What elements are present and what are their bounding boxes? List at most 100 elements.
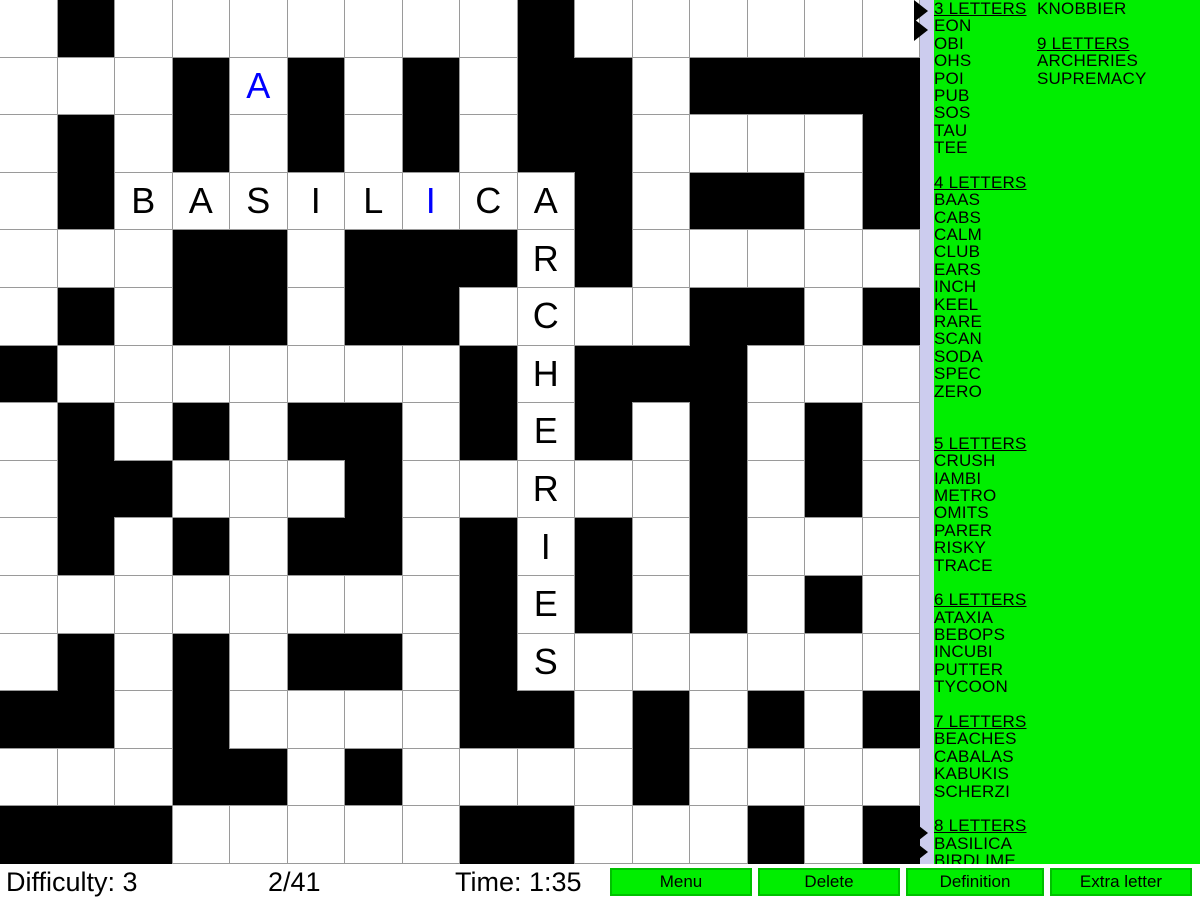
definition-button[interactable]: Definition <box>906 868 1044 896</box>
extra-letter-button[interactable]: Extra letter <box>1050 868 1192 896</box>
word-list-group-header[interactable]: 5 LETTERS <box>934 434 1044 452</box>
grid-cell[interactable] <box>286 344 345 404</box>
word-list-item[interactable]: CRUSH <box>934 452 1044 470</box>
word-list-item[interactable]: BASILICA <box>934 834 1044 852</box>
grid-cell[interactable] <box>171 574 230 634</box>
grid-cell[interactable] <box>0 286 58 346</box>
grid-cell[interactable] <box>286 574 345 634</box>
grid-cell[interactable] <box>114 402 173 461</box>
grid-cell[interactable]: S <box>229 171 288 231</box>
word-list-item[interactable]: TRACE <box>934 556 1044 574</box>
grid-cell[interactable] <box>689 632 748 692</box>
grid-cell[interactable] <box>229 344 288 404</box>
grid-cell[interactable]: A <box>171 171 230 231</box>
grid-cell[interactable] <box>631 459 690 519</box>
grid-cell[interactable] <box>746 574 805 634</box>
grid-cell[interactable] <box>804 114 863 173</box>
grid-cell[interactable] <box>459 0 518 58</box>
word-list-item[interactable]: SCHERZI <box>934 782 1044 800</box>
grid-cell[interactable] <box>746 459 805 519</box>
grid-cell[interactable] <box>746 0 805 58</box>
grid-cell[interactable] <box>114 574 173 634</box>
word-list-item[interactable]: EARS <box>934 260 1044 278</box>
grid-cell[interactable]: A <box>229 56 288 116</box>
word-list-item[interactable]: SOS <box>934 104 1044 122</box>
wordlist-scrollbar[interactable] <box>914 0 934 864</box>
grid-cell[interactable] <box>459 56 518 116</box>
grid-cell[interactable] <box>171 344 230 404</box>
grid-cell[interactable] <box>229 0 288 58</box>
grid-cell[interactable] <box>56 574 115 634</box>
grid-cell[interactable] <box>114 286 173 346</box>
grid-cell[interactable] <box>861 574 920 634</box>
grid-cell[interactable] <box>401 517 460 576</box>
grid-cell[interactable] <box>574 690 633 749</box>
grid-cell[interactable] <box>229 690 288 749</box>
word-list-item[interactable]: OHS <box>934 52 1044 70</box>
grid-cell[interactable] <box>861 459 920 519</box>
grid-cell[interactable] <box>861 229 920 288</box>
word-list-item[interactable]: POI <box>934 69 1044 87</box>
grid-cell[interactable] <box>689 747 748 807</box>
grid-cell[interactable] <box>401 459 460 519</box>
grid-cell[interactable]: E <box>516 402 575 461</box>
grid-cell[interactable]: H <box>516 344 575 404</box>
grid-cell[interactable] <box>574 805 633 864</box>
word-list-group-header[interactable]: 9 LETTERS <box>1037 34 1197 52</box>
grid-cell[interactable] <box>286 0 345 58</box>
grid-cell[interactable] <box>631 402 690 461</box>
word-list-item[interactable]: CLUB <box>934 243 1044 261</box>
grid-cell[interactable] <box>804 171 863 231</box>
grid-cell[interactable] <box>804 747 863 807</box>
grid-cell[interactable] <box>804 0 863 58</box>
grid-cell[interactable] <box>631 114 690 173</box>
grid-cell[interactable]: I <box>286 171 345 231</box>
grid-cell[interactable] <box>344 0 403 58</box>
grid-cell[interactable] <box>344 56 403 116</box>
grid-cell[interactable] <box>631 56 690 116</box>
word-list-item[interactable]: INCUBI <box>934 643 1044 661</box>
grid-cell[interactable] <box>114 632 173 692</box>
grid-cell[interactable] <box>114 690 173 749</box>
grid-cell[interactable] <box>344 805 403 864</box>
grid-cell[interactable] <box>0 574 58 634</box>
word-list-item[interactable]: RARE <box>934 313 1044 331</box>
grid-cell[interactable] <box>401 690 460 749</box>
word-list-item[interactable]: CALM <box>934 226 1044 244</box>
grid-cell[interactable] <box>114 517 173 576</box>
grid-cell[interactable] <box>114 56 173 116</box>
word-list-item[interactable]: SODA <box>934 347 1044 365</box>
word-list-item[interactable]: BIRDLIME <box>934 852 1044 864</box>
grid-cell[interactable] <box>229 517 288 576</box>
grid-cell[interactable] <box>574 747 633 807</box>
grid-cell[interactable] <box>344 690 403 749</box>
grid-cell[interactable] <box>689 229 748 288</box>
word-list-item[interactable]: SUPREMACY <box>1037 69 1197 87</box>
grid-cell[interactable] <box>344 344 403 404</box>
grid-cell[interactable] <box>401 344 460 404</box>
grid-cell[interactable] <box>804 286 863 346</box>
grid-cell[interactable] <box>401 805 460 864</box>
word-list-group-header[interactable]: 7 LETTERS <box>934 713 1044 731</box>
grid-cell[interactable] <box>746 747 805 807</box>
grid-cell[interactable]: S <box>516 632 575 692</box>
grid-cell[interactable] <box>746 517 805 576</box>
grid-cell[interactable]: B <box>114 171 173 231</box>
word-list-item[interactable]: OMITS <box>934 504 1044 522</box>
word-list-group-header[interactable]: 4 LETTERS <box>934 174 1044 192</box>
grid-cell[interactable] <box>746 402 805 461</box>
grid-cell[interactable] <box>861 0 920 58</box>
grid-cell[interactable] <box>861 632 920 692</box>
grid-cell[interactable] <box>746 632 805 692</box>
grid-cell[interactable] <box>114 229 173 288</box>
grid-cell[interactable] <box>804 344 863 404</box>
grid-cell[interactable] <box>344 574 403 634</box>
word-list-item[interactable]: PARER <box>934 521 1044 539</box>
word-list-panel[interactable]: 3 LETTERS EON OBI OHS POI PUB SOS TAU TEE 4 LETTE… <box>934 0 1200 864</box>
grid-cell[interactable] <box>689 805 748 864</box>
grid-cell[interactable] <box>0 517 58 576</box>
delete-button[interactable]: Delete <box>758 868 900 896</box>
grid-cell[interactable] <box>286 459 345 519</box>
grid-cell[interactable] <box>114 747 173 807</box>
grid-cell[interactable] <box>574 459 633 519</box>
